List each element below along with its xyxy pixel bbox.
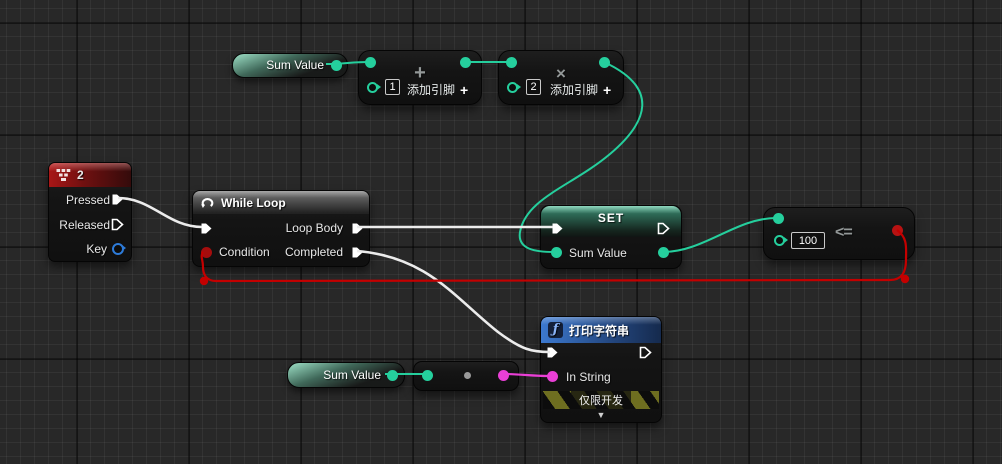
variable-label: Sum Value	[266, 58, 324, 72]
exec-pin-completed[interactable]	[351, 246, 364, 259]
output-pin-sum-value[interactable]	[387, 370, 398, 381]
pressed-label: Pressed	[66, 193, 110, 207]
keyboard-icon	[56, 169, 71, 181]
loop-icon	[200, 196, 215, 209]
node-while-loop[interactable]: While Loop Condition Loop Body Completed	[192, 190, 370, 267]
input-pin-a[interactable]	[773, 213, 784, 224]
expand-arrow-icon[interactable]: ▼	[541, 411, 661, 420]
exec-pin-in[interactable]	[200, 222, 213, 235]
input-pin-b[interactable]	[507, 82, 518, 93]
exec-pin-out[interactable]	[639, 346, 652, 359]
exec-pin-pressed[interactable]	[111, 193, 124, 206]
sum-value-output-pin[interactable]	[658, 247, 669, 258]
key-event-header: 2	[49, 163, 131, 187]
exec-pin-loop-body[interactable]	[351, 222, 364, 235]
pin-value-input[interactable]: 100	[791, 232, 825, 249]
in-string-pin[interactable]	[547, 371, 558, 382]
sum-value-label: Sum Value	[569, 246, 627, 260]
while-loop-title: While Loop	[221, 196, 286, 210]
plus-icon: +	[460, 82, 468, 98]
while-loop-header: While Loop	[193, 191, 369, 214]
add-pin-button[interactable]: 添加引脚 +	[407, 81, 468, 98]
development-only-banner: 仅限开发	[543, 391, 659, 409]
node-to-string-conversion[interactable]	[413, 361, 519, 391]
exec-pin-in[interactable]	[546, 346, 559, 359]
node-less-equal[interactable]: 100 <=	[763, 207, 915, 260]
node-multiply[interactable]: × 2 添加引脚 +	[498, 50, 624, 105]
key-label: Key	[86, 242, 107, 256]
completed-label: Completed	[285, 245, 343, 259]
node-get-sum-value-top[interactable]: Sum Value	[232, 53, 348, 78]
pin-value-input[interactable]: 2	[526, 79, 541, 95]
pin-value-input[interactable]: 1	[385, 79, 400, 95]
in-string-label: In String	[566, 370, 611, 384]
sum-value-input-pin[interactable]	[551, 247, 562, 258]
key-event-title: 2	[77, 168, 84, 182]
wire-corner-dot	[901, 275, 909, 283]
key-struct-pin[interactable]	[112, 243, 124, 255]
less-equal-operator-icon: <=	[835, 224, 852, 242]
condition-label: Condition	[219, 245, 270, 259]
exec-pin-out[interactable]	[657, 222, 670, 235]
node-print-string[interactable]: ƒ 打印字符串 In String 仅限开发 ▼	[540, 316, 662, 423]
input-pin-b[interactable]	[367, 82, 378, 93]
node-get-sum-value-bottom[interactable]: Sum Value	[287, 362, 405, 388]
print-string-title: 打印字符串	[569, 322, 629, 339]
function-icon: ƒ	[548, 322, 563, 338]
print-string-header: ƒ 打印字符串	[541, 317, 661, 343]
plus-icon: +	[603, 82, 611, 98]
wire-corner-dot	[200, 277, 208, 285]
input-pin[interactable]	[422, 370, 433, 381]
bool-output-pin[interactable]	[892, 225, 903, 236]
output-pin[interactable]	[498, 370, 509, 381]
node-add[interactable]: + 1 添加引脚 +	[358, 50, 482, 105]
released-label: Released	[59, 218, 110, 232]
conversion-dot-icon	[464, 372, 471, 379]
exec-pin-released[interactable]	[111, 218, 124, 231]
input-pin-b[interactable]	[774, 235, 785, 246]
loop-body-label: Loop Body	[286, 221, 343, 235]
condition-pin[interactable]	[201, 247, 212, 258]
node-set-sum-value[interactable]: SET Sum Value	[540, 205, 682, 269]
output-pin-sum-value[interactable]	[331, 60, 342, 71]
add-pin-button[interactable]: 添加引脚 +	[550, 81, 611, 98]
exec-pin-in[interactable]	[551, 222, 564, 235]
wire-completed-to-printstring[interactable]	[357, 251, 550, 352]
blueprint-canvas[interactable]: Sum Value + 1 添加引脚 + × 2 添加引脚 +	[0, 0, 1002, 464]
node-key-event-2[interactable]: 2 Pressed Released Key	[48, 162, 132, 262]
variable-label: Sum Value	[323, 368, 381, 382]
